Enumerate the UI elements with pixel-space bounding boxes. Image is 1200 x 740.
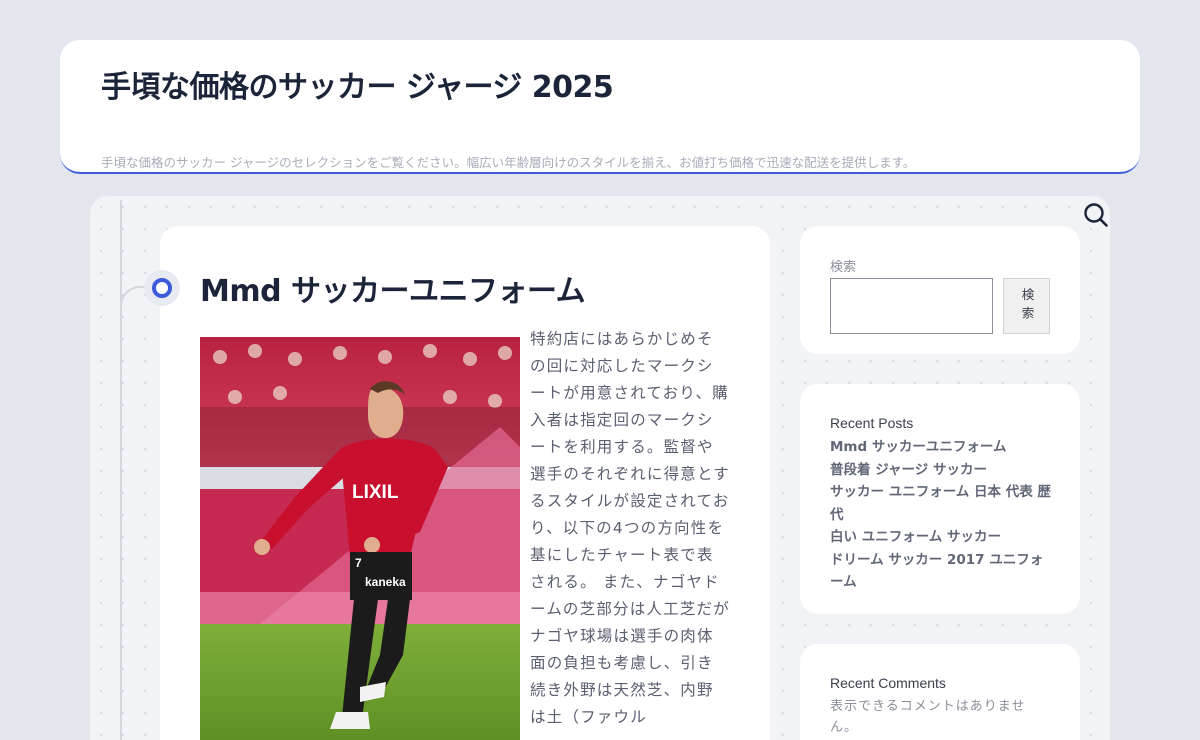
recent-comments-heading: Recent Comments — [830, 675, 946, 691]
timeline-dot-icon — [144, 270, 180, 306]
post-title[interactable]: Mmd サッカーユニフォーム — [200, 266, 586, 310]
search-button-label: 検索 — [1019, 287, 1035, 325]
recent-posts-widget: Recent Posts Mmd サッカーユニフォーム 普段着 ジャージ サッカ… — [800, 384, 1080, 614]
no-comments-text: 表示できるコメントはありません。 — [830, 699, 1026, 735]
search-input[interactable] — [830, 278, 993, 334]
search-button[interactable]: 検索 — [1003, 278, 1050, 334]
site-title[interactable]: 手頃な価格のサッカー ジャージ 2025 — [101, 62, 614, 106]
search-label: 検索 — [830, 260, 857, 275]
recent-post-link[interactable]: 白い ユニフォーム サッカー — [830, 526, 1055, 549]
shorts-sponsor-text: kaneka — [365, 575, 406, 589]
recent-post-link[interactable]: ドリーム サッカー 2017 ユニフォーム — [830, 549, 1055, 594]
post-excerpt: 特約店にはあらかじめその回に対応したマークシートが用意されており、購入者は指定回… — [530, 330, 730, 726]
recent-posts-heading: Recent Posts — [830, 415, 914, 431]
jersey-sponsor-text: LIXIL — [352, 482, 399, 503]
timeline-line — [120, 200, 122, 740]
recent-post-link[interactable]: 普段着 ジャージ サッカー — [830, 459, 1055, 482]
player-photo: LIXIL kaneka 7 — [200, 337, 520, 740]
recent-post-link[interactable]: Mmd サッカーユニフォーム — [830, 436, 1055, 459]
post-featured-image[interactable]: LIXIL kaneka 7 — [200, 337, 520, 740]
site-description: 手頃な価格のサッカー ジャージのセレクションをご覧ください。幅広い年齢層向けのス… — [101, 155, 916, 170]
recent-post-link[interactable]: サッカー ユニフォーム 日本 代表 歴代 — [830, 481, 1055, 526]
recent-posts-list: Mmd サッカーユニフォーム 普段着 ジャージ サッカー サッカー ユニフォーム… — [830, 436, 1055, 594]
search-widget: 検索 検索 — [800, 226, 1080, 354]
shirt-number-text: 7 — [355, 556, 362, 570]
search-icon[interactable] — [1082, 201, 1110, 229]
recent-comments-widget: Recent Comments 表示できるコメントはありません。 — [800, 644, 1080, 740]
post-card: Mmd サッカーユニフォーム LIXIL kaneka 7 特約店にはあらかじめ… — [160, 226, 770, 740]
site-header: 手頃な価格のサッカー ジャージ 2025 手頃な価格のサッカー ジャージのセレク… — [60, 40, 1140, 174]
